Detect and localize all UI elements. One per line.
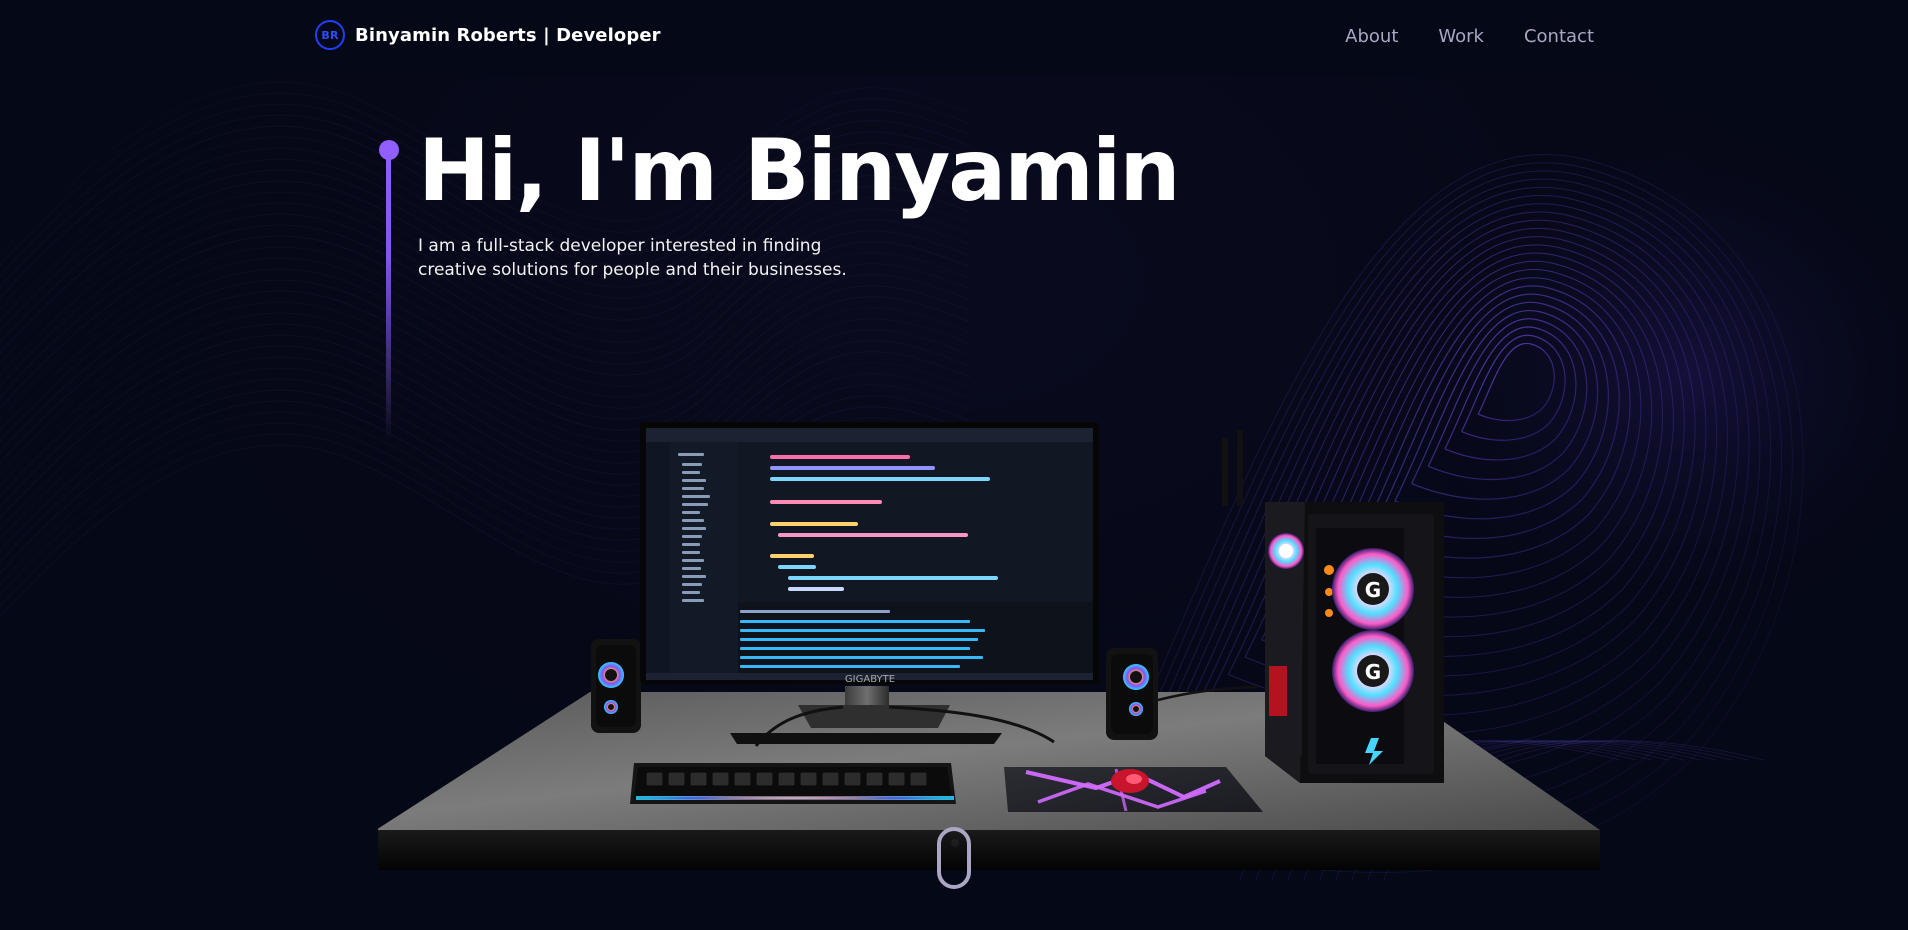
mouse-pad bbox=[1004, 767, 1263, 812]
nav-link-contact[interactable]: Contact bbox=[1524, 26, 1594, 47]
svg-text:G: G bbox=[1365, 578, 1381, 602]
brand-link[interactable]: BR Binyamin Roberts | Developer bbox=[315, 20, 661, 50]
mouse-scroll-icon[interactable] bbox=[937, 827, 971, 889]
desk-setup-scene: GIGABYTE G G bbox=[378, 422, 1600, 870]
nav-link-about[interactable]: About bbox=[1345, 26, 1398, 47]
nav-link-work[interactable]: Work bbox=[1438, 26, 1484, 47]
hero-title: Hi, I'm Binyamin bbox=[418, 121, 1181, 221]
main-nav: About Work Contact bbox=[1345, 26, 1594, 47]
hero-subtitle: I am a full-stack developer interested i… bbox=[418, 236, 847, 280]
top-navbar: BR Binyamin Roberts | Developer About Wo… bbox=[0, 0, 1908, 76]
right-speaker bbox=[1106, 648, 1158, 740]
hero-accent-line bbox=[386, 158, 391, 440]
scroll-indicator-dot bbox=[951, 839, 959, 847]
background-wave-contour bbox=[1477, 342, 1555, 422]
portfolio-page: BR Binyamin Roberts | Developer About Wo… bbox=[0, 0, 1908, 930]
left-speaker bbox=[591, 639, 641, 733]
monitor-brand: GIGABYTE bbox=[845, 674, 895, 685]
svg-text:G: G bbox=[1365, 660, 1381, 684]
hero-accent-dot bbox=[379, 140, 399, 160]
site-title: Binyamin Roberts | Developer bbox=[355, 24, 661, 46]
desk-front bbox=[378, 830, 1600, 870]
background-wave-line bbox=[0, 191, 971, 365]
br-logo-icon: BR bbox=[315, 20, 345, 50]
keyboard bbox=[630, 763, 956, 804]
